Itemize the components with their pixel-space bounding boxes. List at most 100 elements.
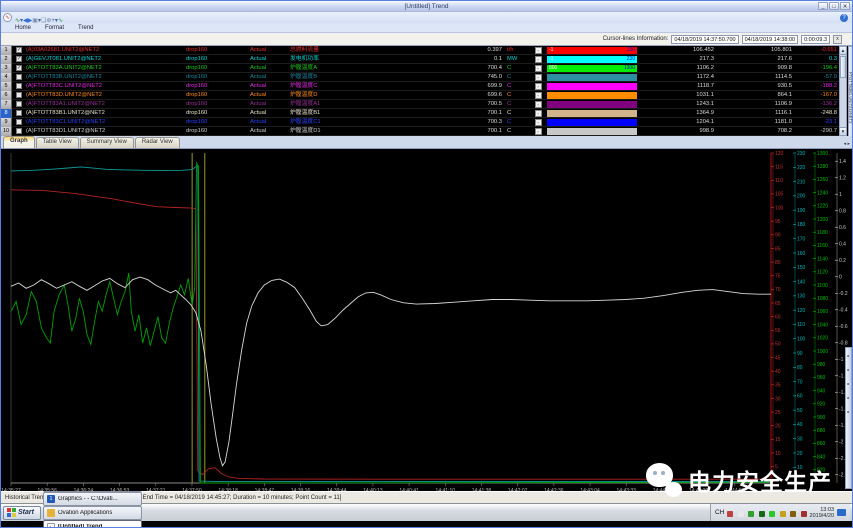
axis-tick-label-power: 190: [797, 208, 806, 214]
axis-tick-label-aux: -0.4: [839, 308, 848, 314]
axis-tick-label-temp: 960: [817, 375, 826, 381]
tab-table-view[interactable]: Table View: [36, 137, 79, 148]
cursor1-value: 1031.1: [638, 91, 714, 100]
scale-edit-icon[interactable]: ▫: [530, 100, 546, 109]
visibility-checkbox[interactable]: ✓: [12, 46, 26, 55]
color-scale-swatch[interactable]: [546, 73, 638, 82]
menu-item-trend[interactable]: Trend: [78, 25, 93, 31]
color-scale-swatch[interactable]: [546, 118, 638, 127]
axis-tick-label-temp: 1040: [817, 322, 828, 328]
tab-scroll-icons[interactable]: ◂ ▸: [844, 141, 850, 147]
cursor2-value: 864.1: [714, 91, 792, 100]
taskbar-button[interactable]: ∿[Untitled] Trend: [43, 520, 142, 528]
color-scale-swatch[interactable]: 8001300: [546, 64, 638, 73]
color-scale-swatch[interactable]: -1230: [546, 55, 638, 64]
row-number[interactable]: 9: [1, 118, 12, 127]
color-scale-swatch[interactable]: [546, 100, 638, 109]
row-number[interactable]: 6: [1, 91, 12, 100]
row-number[interactable]: 1: [1, 46, 12, 55]
cursor-delta-value: -0.651: [792, 46, 839, 55]
trend-window: [Untitled] Trend _ □ ✕ ∿ ∿▾◀▶▣▾❏⊕+▾∿ ? H…: [0, 0, 853, 528]
annotate-icon[interactable]: ∿: [58, 18, 63, 24]
tray-icon-7[interactable]: [790, 511, 796, 517]
scale-edit-icon[interactable]: ▫: [530, 91, 546, 100]
color-scale-swatch[interactable]: -1120: [546, 46, 638, 55]
cursor2-value: 105.801: [714, 46, 792, 55]
scale-edit-icon[interactable]: ▫: [530, 82, 546, 91]
scale-edit-icon[interactable]: ▫: [530, 118, 546, 127]
network-icon[interactable]: [837, 509, 846, 516]
time-tick-label: 14:40:41: [399, 488, 419, 491]
axis-tick-label-temp: 1120: [817, 270, 828, 276]
chart-canvas[interactable]: 14:35:2714:35:5614:36:2414:36:5314:37:21…: [1, 149, 853, 491]
visibility-checkbox[interactable]: [12, 109, 26, 118]
start-button[interactable]: Start: [3, 506, 41, 520]
row-number[interactable]: 10: [1, 127, 12, 136]
axis-tick-label-power: 40: [797, 422, 803, 428]
scale-edit-icon[interactable]: ▫: [530, 127, 546, 136]
cursor1-value: 217.3: [638, 55, 714, 64]
maximize-button[interactable]: □: [829, 2, 839, 10]
visibility-checkbox[interactable]: [12, 100, 26, 109]
tray-icon-2[interactable]: [738, 511, 744, 517]
row-number[interactable]: 7: [1, 100, 12, 109]
visibility-checkbox[interactable]: [12, 73, 26, 82]
input-language-indicator[interactable]: CH: [715, 509, 724, 516]
help-icon[interactable]: ?: [840, 14, 848, 22]
color-scale-swatch[interactable]: [546, 127, 638, 136]
time-tick-label: 14:35:56: [37, 488, 57, 491]
minimize-button[interactable]: _: [818, 2, 828, 10]
axis-tick-label-temp: 980: [817, 362, 826, 368]
scale-edit-icon[interactable]: ▫: [530, 55, 546, 64]
scale-edit-icon[interactable]: ▫: [530, 64, 546, 73]
tray-icon-5[interactable]: [769, 511, 775, 517]
tray-icon-4[interactable]: [759, 511, 765, 517]
tab-radar-view[interactable]: Radar View: [135, 137, 180, 148]
visibility-checkbox[interactable]: [12, 91, 26, 100]
scale-edit-icon[interactable]: ▫: [530, 109, 546, 118]
axis-tick-label-fuel: 15: [775, 437, 781, 443]
tab-graph[interactable]: Graph: [3, 136, 35, 148]
signal-name: (A)FTOTT83D1.UNIT2@NET2: [26, 127, 186, 136]
axis-tick-label-fuel: 60: [775, 314, 781, 320]
taskbar-button[interactable]: 1Graphics - - C:\Ovati...: [43, 492, 142, 506]
tray-icon-1[interactable]: [727, 511, 733, 517]
scale-edit-icon[interactable]: ▫: [530, 73, 546, 82]
close-button[interactable]: ✕: [840, 2, 850, 10]
signal-name: (A)FTOTT83B1.UNIT2@NET2: [26, 109, 186, 118]
color-scale-swatch[interactable]: [546, 109, 638, 118]
visibility-checkbox[interactable]: [12, 127, 26, 136]
scale-edit-icon[interactable]: ▫: [530, 46, 546, 55]
tray-icon-8[interactable]: [801, 511, 807, 517]
trend-chart[interactable]: 14:35:2714:35:5614:36:2414:36:5314:37:21…: [1, 149, 852, 491]
axis-tick-label-temp: 1300: [817, 151, 828, 157]
tab-summary-view[interactable]: Summary View: [80, 137, 134, 148]
row-number[interactable]: 4: [1, 73, 12, 82]
scroll-down-icon[interactable]: ▼: [840, 127, 846, 135]
signal-current-value: 699.6: [364, 91, 502, 100]
cursor-info-close-icon[interactable]: x: [833, 35, 842, 44]
chart-side-scrollbar[interactable]: ▸▸▸▸▸: [845, 347, 852, 489]
row-number[interactable]: 2: [1, 55, 12, 64]
row-number[interactable]: 3: [1, 64, 12, 73]
visibility-checkbox[interactable]: ✓: [12, 64, 26, 73]
table-row[interactable]: 10(A)FTOTT83D1.UNIT2@NET2drop160Actual炉膛…: [1, 127, 839, 136]
side-panel-tab[interactable]: FTOTT83B1.UNIT2@NET2: [848, 46, 853, 150]
scroll-up-icon[interactable]: ▲: [840, 47, 846, 55]
color-scale-swatch[interactable]: [546, 91, 638, 100]
signal-mode: Actual: [234, 73, 290, 82]
table-scrollbar[interactable]: ▲ ▼: [839, 46, 847, 136]
taskbar-button[interactable]: Ovation Applications: [43, 506, 142, 520]
visibility-checkbox[interactable]: [12, 118, 26, 127]
scroll-thumb[interactable]: [840, 56, 846, 78]
row-number[interactable]: 8: [1, 109, 12, 118]
tray-icon-3[interactable]: [748, 511, 754, 517]
visibility-checkbox[interactable]: [12, 82, 26, 91]
visibility-checkbox[interactable]: ✓: [12, 55, 26, 64]
row-number[interactable]: 5: [1, 82, 12, 91]
axis-tick-label-temp: 1180: [817, 230, 828, 236]
axis-tick-label-power: 80: [797, 365, 803, 371]
color-scale-swatch[interactable]: [546, 82, 638, 91]
tray-icon-6[interactable]: [780, 511, 786, 517]
axis-tick-label-aux: 0.2: [839, 258, 846, 264]
